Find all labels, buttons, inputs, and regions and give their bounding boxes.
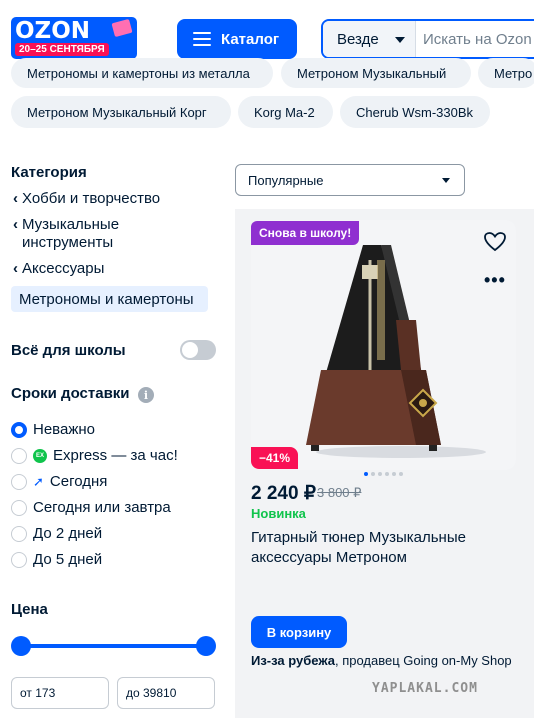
gallery-dot[interactable] xyxy=(399,472,403,476)
radio-button xyxy=(11,421,27,438)
chevron-down-icon xyxy=(395,37,405,43)
search-bar: Везде xyxy=(321,19,534,59)
delivery-option-today-tomorrow[interactable]: Сегодня или завтра xyxy=(11,499,171,516)
active-category[interactable]: Метрономы и камертоны xyxy=(11,286,208,312)
sort-selected-label: Популярные xyxy=(248,172,324,188)
promo-badge: Снова в школу! xyxy=(251,221,360,245)
delivery-option-label: Сегодня xyxy=(49,473,108,490)
search-input[interactable] xyxy=(423,28,534,50)
menu-icon xyxy=(193,32,211,46)
school-toggle[interactable] xyxy=(180,340,216,360)
gallery-dot[interactable] xyxy=(392,472,396,476)
gallery-dot[interactable] xyxy=(371,472,375,476)
radio-button xyxy=(11,525,27,542)
heart-icon[interactable] xyxy=(483,230,507,254)
category-title: Категория xyxy=(11,164,87,181)
delivery-option-label: Сегодня или завтра xyxy=(33,499,171,516)
delivery-option-2-days[interactable]: До 2 дней xyxy=(11,525,102,542)
breadcrumb-hobby[interactable]: ‹ Хобби и творчество xyxy=(13,190,160,208)
add-to-cart-button[interactable]: В корзину xyxy=(251,616,347,648)
chip-metro-partial[interactable]: Метро xyxy=(478,58,534,88)
metronome-image xyxy=(251,220,516,470)
chip-music-metronome[interactable]: Метроном Музыкальный xyxy=(281,58,471,88)
price-from-input[interactable]: от 173 xyxy=(11,677,109,709)
breadcrumb-label: Аксессуары xyxy=(22,260,105,277)
radio-button xyxy=(11,499,27,516)
chip-korg-metronome[interactable]: Метроном Музыкальный Корг xyxy=(11,96,231,128)
chevron-left-icon: ‹ xyxy=(13,190,18,207)
delivery-option-express[interactable]: EX Express — за час! xyxy=(11,447,178,464)
chevron-left-icon: ‹ xyxy=(13,216,18,233)
delivery-option-label: До 5 дней xyxy=(33,551,103,568)
delivery-title: Сроки доставки xyxy=(11,385,130,402)
delivery-option-5-days[interactable]: До 5 дней xyxy=(11,551,102,568)
chip-metal-metronomes[interactable]: Метрономы и камертоны из металла xyxy=(11,58,273,88)
radio-button xyxy=(11,551,27,568)
discount-badge: −41% xyxy=(251,447,299,469)
search-scope-label: Везде xyxy=(337,30,379,48)
school-filter-label: Всё для школы xyxy=(11,342,126,359)
chip-cherub[interactable]: Cherub Wsm-330Bk xyxy=(340,96,490,128)
sort-select[interactable]: Популярные xyxy=(235,164,465,196)
gallery-dot[interactable] xyxy=(378,472,382,476)
price-slider-min-handle[interactable] xyxy=(11,636,31,656)
product-old-price: 3 800 ₽ xyxy=(317,485,362,500)
chevron-down-icon xyxy=(442,178,450,183)
chip-korg-ma2[interactable]: Korg Ma-2 xyxy=(238,96,333,128)
product-price: 2 240 ₽ xyxy=(251,483,316,504)
delivery-option-today[interactable]: ➚ Сегодня xyxy=(11,473,107,490)
product-title[interactable]: Гитарный тюнер Музыкальные аксессуары Ме… xyxy=(251,528,521,568)
gallery-dots xyxy=(364,472,403,476)
price-to-input[interactable]: до 39810 xyxy=(117,677,215,709)
product-image[interactable] xyxy=(251,220,516,470)
catalog-button[interactable]: Каталог xyxy=(177,19,297,59)
radio-button xyxy=(11,473,27,490)
info-icon[interactable]: i xyxy=(138,387,154,403)
price-title: Цена xyxy=(11,601,48,618)
breadcrumb-accessories[interactable]: ‹ Аксессуары xyxy=(13,260,104,278)
seller-name: , продавец Going on-My Shop xyxy=(334,653,512,668)
novelty-label: Новинка xyxy=(251,506,306,521)
price-slider-max-handle[interactable] xyxy=(196,636,216,656)
seller-info[interactable]: Из-за рубежа, продавец Going on-My Shop xyxy=(251,652,523,670)
header: OZON 20–25 СЕНТЯБРЯ Каталог Везде xyxy=(0,0,534,62)
toggle-knob xyxy=(182,342,198,358)
catalog-label: Каталог xyxy=(221,30,280,48)
gallery-dot[interactable] xyxy=(364,472,368,476)
breadcrumb-label: Хобби и творчество xyxy=(22,190,161,207)
more-options-icon[interactable]: ••• xyxy=(484,270,506,291)
radio-button xyxy=(11,447,27,464)
seller-origin: Из-за рубежа xyxy=(251,653,335,668)
breadcrumb-label: Музыкальные инструменты xyxy=(22,216,120,251)
logo-dates: 20–25 СЕНТЯБРЯ xyxy=(15,43,109,56)
logo-decoration-icon xyxy=(111,18,133,38)
delivery-option-label: Неважно xyxy=(33,421,95,438)
search-scope-select[interactable]: Везде xyxy=(323,21,416,57)
gallery-dot[interactable] xyxy=(385,472,389,476)
express-icon: EX xyxy=(33,448,47,463)
ozon-logo[interactable]: OZON 20–25 СЕНТЯБРЯ xyxy=(11,17,137,59)
price-slider-track xyxy=(21,644,206,648)
rocket-icon: ➚ xyxy=(33,473,44,489)
breadcrumb-instruments[interactable]: ‹ Музыкальные инструменты xyxy=(13,216,163,252)
watermark: YAPLAKAL.COM xyxy=(372,681,478,696)
chevron-left-icon: ‹ xyxy=(13,260,18,277)
delivery-option-label: До 2 дней xyxy=(33,525,103,542)
logo-text: OZON xyxy=(15,18,91,44)
delivery-option-any[interactable]: Неважно xyxy=(11,421,95,438)
delivery-option-label: Express — за час! xyxy=(53,447,178,464)
